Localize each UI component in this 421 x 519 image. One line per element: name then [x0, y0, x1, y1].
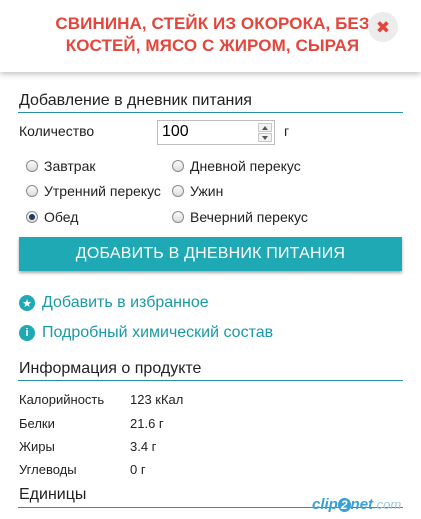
stepper-down-button[interactable]	[258, 133, 272, 142]
chemical-composition-label[interactable]: Подробный химический состав	[42, 324, 273, 342]
product-info-divider	[18, 380, 403, 381]
units-section-title: Единицы	[19, 486, 87, 503]
watermark-part-2: 2	[337, 498, 351, 512]
product-info-title: Информация о продукте	[19, 360, 202, 377]
info-icon: i	[19, 325, 35, 341]
radio-dinner[interactable]	[172, 185, 184, 197]
meal-option-label: Завтрак	[44, 158, 96, 174]
meal-option-dinner[interactable]: Ужин	[172, 183, 223, 199]
info-value-protein: 21.6 г	[130, 416, 164, 431]
meal-option-evening-snack[interactable]: Вечерний перекус	[172, 209, 308, 225]
meal-option-label: Ужин	[190, 183, 224, 199]
add-to-diary-button[interactable]: ДОБАВИТЬ В ДНЕВНИК ПИТАНИЯ	[19, 237, 402, 271]
radio-evening-snack[interactable]	[172, 211, 184, 223]
info-value-calories: 123 кКал	[130, 392, 184, 407]
watermark-part-1: clip	[312, 496, 338, 513]
info-label-protein: Белки	[19, 416, 55, 431]
close-button[interactable]: ✖	[368, 12, 398, 42]
product-title-line-2: КОСТЕЙ, МЯСО С ЖИРОМ, СЫРАЯ	[65, 36, 360, 55]
quantity-value[interactable]: 100	[162, 123, 189, 141]
watermark-part-4: .com	[373, 497, 402, 512]
info-label-carbs: Углеводы	[19, 462, 77, 477]
meal-option-breakfast[interactable]: Завтрак	[26, 158, 95, 174]
meal-option-morning-snack[interactable]: Утренний перекус	[26, 183, 161, 199]
quantity-label: Количество	[19, 123, 95, 139]
stepper-up-button[interactable]	[258, 123, 272, 132]
diary-section-title: Добавление в дневник питания	[19, 92, 252, 109]
quantity-input[interactable]: 100	[157, 120, 275, 145]
radio-afternoon-snack[interactable]	[172, 160, 184, 172]
meal-option-label: Вечерний перекус	[190, 209, 308, 225]
meal-option-label: Дневной перекус	[190, 158, 301, 174]
info-label-calories: Калорийность	[19, 392, 105, 407]
quantity-stepper[interactable]	[258, 123, 272, 142]
meal-option-lunch[interactable]: Обед	[26, 209, 78, 225]
meal-option-afternoon-snack[interactable]: Дневной перекус	[172, 158, 301, 174]
product-title: СВИНИНА, СТЕЙК ИЗ ОКОРОКА, БЕЗ КОСТЕЙ, М…	[40, 13, 385, 57]
info-value-carbs: 0 г	[130, 462, 146, 477]
quantity-unit: г	[284, 123, 290, 139]
dialog-header: СВИНИНА, СТЕЙК ИЗ ОКОРОКА, БЕЗ КОСТЕЙ, М…	[0, 0, 421, 72]
info-value-fat: 3.4 г	[130, 439, 157, 454]
radio-morning-snack[interactable]	[26, 185, 38, 197]
meal-option-label: Утренний перекус	[44, 183, 161, 199]
close-icon: ✖	[375, 17, 391, 37]
radio-breakfast[interactable]	[26, 160, 38, 172]
radio-lunch[interactable]	[26, 211, 38, 223]
watermark-part-3: net	[350, 496, 374, 513]
add-to-favorites-link[interactable]: ★ Добавить в избранное	[19, 294, 209, 312]
chemical-composition-link[interactable]: i Подробный химический состав	[19, 324, 273, 342]
add-to-favorites-label[interactable]: Добавить в избранное	[42, 294, 209, 312]
product-title-line-1: СВИНИНА, СТЕЙК ИЗ ОКОРОКА, БЕЗ	[55, 14, 370, 33]
info-label-fat: Жиры	[19, 439, 55, 454]
clip2net-watermark: clip 2 net.com	[312, 496, 401, 513]
star-icon: ★	[19, 295, 35, 311]
diary-divider	[18, 112, 403, 113]
meal-option-label: Обед	[44, 209, 79, 225]
